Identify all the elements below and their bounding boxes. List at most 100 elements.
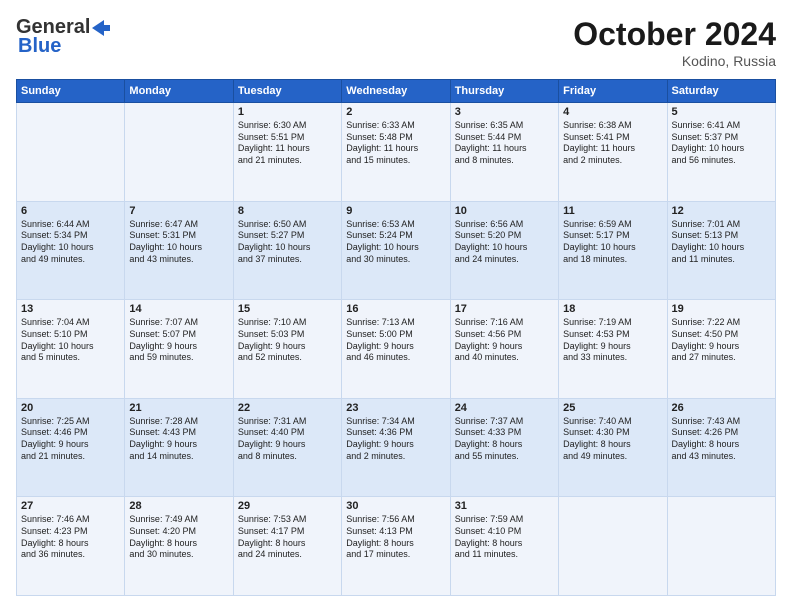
cell-line: Sunset: 5:51 PM <box>238 132 337 144</box>
day-number: 30 <box>346 500 445 512</box>
location: Kodino, Russia <box>573 53 776 69</box>
cell-line: and 49 minutes. <box>563 451 662 463</box>
day-number: 16 <box>346 303 445 315</box>
cell-line: Sunrise: 7:28 AM <box>129 416 228 428</box>
calendar-cell: 31Sunrise: 7:59 AMSunset: 4:10 PMDayligh… <box>450 497 558 596</box>
cell-line: and 8 minutes. <box>455 155 554 167</box>
title-block: October 2024 Kodino, Russia <box>573 16 776 69</box>
cell-line: Daylight: 10 hours <box>672 242 771 254</box>
cell-line: Sunset: 4:36 PM <box>346 427 445 439</box>
calendar-cell: 23Sunrise: 7:34 AMSunset: 4:36 PMDayligh… <box>342 398 450 497</box>
cell-line: and 18 minutes. <box>563 254 662 266</box>
cell-line: Sunset: 5:48 PM <box>346 132 445 144</box>
cell-line: Sunset: 4:26 PM <box>672 427 771 439</box>
cell-line: and 56 minutes. <box>672 155 771 167</box>
cell-line: and 8 minutes. <box>238 451 337 463</box>
cell-line: Daylight: 10 hours <box>346 242 445 254</box>
cell-line: Daylight: 9 hours <box>455 341 554 353</box>
cell-line: and 2 minutes. <box>563 155 662 167</box>
calendar-cell <box>667 497 775 596</box>
cell-line: and 24 minutes. <box>238 549 337 561</box>
cell-line: Sunrise: 6:50 AM <box>238 219 337 231</box>
cell-line: Daylight: 9 hours <box>563 341 662 353</box>
cell-line: Sunset: 5:20 PM <box>455 230 554 242</box>
calendar-cell: 6 Sunrise: 6:44 AMSunset: 5:34 PMDaylight… <box>17 201 125 300</box>
cell-line: and 11 minutes. <box>455 549 554 561</box>
cell-line: Daylight: 8 hours <box>346 538 445 550</box>
cell-line: Daylight: 11 hours <box>346 143 445 155</box>
cell-line: and 11 minutes. <box>672 254 771 266</box>
calendar-cell: 16Sunrise: 7:13 AMSunset: 5:00 PMDayligh… <box>342 300 450 399</box>
cell-line: Sunrise: 6:35 AM <box>455 120 554 132</box>
cell-line: and 49 minutes. <box>21 254 120 266</box>
cell-line: Sunrise: 6:53 AM <box>346 219 445 231</box>
cell-line: Sunset: 4:17 PM <box>238 526 337 538</box>
cell-line: Sunrise: 7:49 AM <box>129 514 228 526</box>
cell-line: Daylight: 10 hours <box>672 143 771 155</box>
calendar-cell: 29Sunrise: 7:53 AMSunset: 4:17 PMDayligh… <box>233 497 341 596</box>
day-number: 12 <box>672 205 771 217</box>
cell-line: Sunrise: 7:37 AM <box>455 416 554 428</box>
cell-line: Daylight: 9 hours <box>238 439 337 451</box>
day-number: 27 <box>21 500 120 512</box>
day-number: 15 <box>238 303 337 315</box>
calendar-week-row: 13Sunrise: 7:04 AMSunset: 5:10 PMDayligh… <box>17 300 776 399</box>
day-number: 23 <box>346 402 445 414</box>
page: General Blue October 2024 Kodino, Russia… <box>0 0 792 612</box>
calendar-cell: 5Sunrise: 6:41 AMSunset: 5:37 PMDaylight… <box>667 103 775 202</box>
calendar-cell: 9Sunrise: 6:53 AMSunset: 5:24 PMDaylight… <box>342 201 450 300</box>
day-number: 22 <box>238 402 337 414</box>
day-number: 3 <box>455 106 554 118</box>
calendar-cell: 30Sunrise: 7:56 AMSunset: 4:13 PMDayligh… <box>342 497 450 596</box>
cell-line: Daylight: 10 hours <box>455 242 554 254</box>
cell-line: Sunrise: 7:43 AM <box>672 416 771 428</box>
weekday-header: Wednesday <box>342 80 450 103</box>
cell-line: Sunset: 5:13 PM <box>672 230 771 242</box>
calendar-body: 1 Sunrise: 6:30 AMSunset: 5:51 PM Daylight… <box>17 103 776 596</box>
cell-line: Sunset: 5:34 PM <box>21 230 120 242</box>
day-number: 2 <box>346 106 445 118</box>
calendar-week-row: 20Sunrise: 7:25 AMSunset: 4:46 PMDayligh… <box>17 398 776 497</box>
cell-line: Daylight: 8 hours <box>238 538 337 550</box>
day-number: 14 <box>129 303 228 315</box>
cell-line: Sunrise: 6:30 AM <box>238 120 337 132</box>
cell-line: and 15 minutes. <box>346 155 445 167</box>
cell-line: and 24 minutes. <box>455 254 554 266</box>
cell-line: Sunrise: 6:44 AM <box>21 219 120 231</box>
cell-line: Daylight: 9 hours <box>129 439 228 451</box>
cell-line: and 30 minutes. <box>129 549 228 561</box>
cell-line: and 30 minutes. <box>346 254 445 266</box>
cell-line: and 33 minutes. <box>563 352 662 364</box>
cell-line: and 21 minutes. <box>238 155 337 167</box>
cell-line: and 36 minutes. <box>21 549 120 561</box>
cell-line: Sunrise: 7:10 AM <box>238 317 337 329</box>
day-number: 6 <box>21 205 120 217</box>
day-number: 1 <box>238 106 337 118</box>
calendar-cell: 24Sunrise: 7:37 AMSunset: 4:33 PMDayligh… <box>450 398 558 497</box>
day-number: 25 <box>563 402 662 414</box>
weekday-header: Monday <box>125 80 233 103</box>
cell-line: and 46 minutes. <box>346 352 445 364</box>
cell-line: Daylight: 8 hours <box>21 538 120 550</box>
calendar-cell <box>559 497 667 596</box>
calendar-cell: 13Sunrise: 7:04 AMSunset: 5:10 PMDayligh… <box>17 300 125 399</box>
weekday-header: Thursday <box>450 80 558 103</box>
header: General Blue October 2024 Kodino, Russia <box>16 16 776 69</box>
cell-line: Sunrise: 7:59 AM <box>455 514 554 526</box>
cell-line: and 21 minutes. <box>21 451 120 463</box>
calendar-cell: 22Sunrise: 7:31 AMSunset: 4:40 PMDayligh… <box>233 398 341 497</box>
cell-line: Daylight: 10 hours <box>129 242 228 254</box>
calendar-cell: 20Sunrise: 7:25 AMSunset: 4:46 PMDayligh… <box>17 398 125 497</box>
day-number: 29 <box>238 500 337 512</box>
weekday-row: SundayMondayTuesdayWednesdayThursdayFrid… <box>17 80 776 103</box>
cell-line: Sunset: 4:13 PM <box>346 526 445 538</box>
cell-line: Daylight: 10 hours <box>21 242 120 254</box>
cell-line: Daylight: 9 hours <box>21 439 120 451</box>
cell-line: and 37 minutes. <box>238 254 337 266</box>
calendar-cell: 11Sunrise: 6:59 AMSunset: 5:17 PMDayligh… <box>559 201 667 300</box>
cell-line: Sunset: 4:30 PM <box>563 427 662 439</box>
day-number: 19 <box>672 303 771 315</box>
cell-line: Sunset: 5:07 PM <box>129 329 228 341</box>
day-number: 21 <box>129 402 228 414</box>
cell-line: and 40 minutes. <box>455 352 554 364</box>
